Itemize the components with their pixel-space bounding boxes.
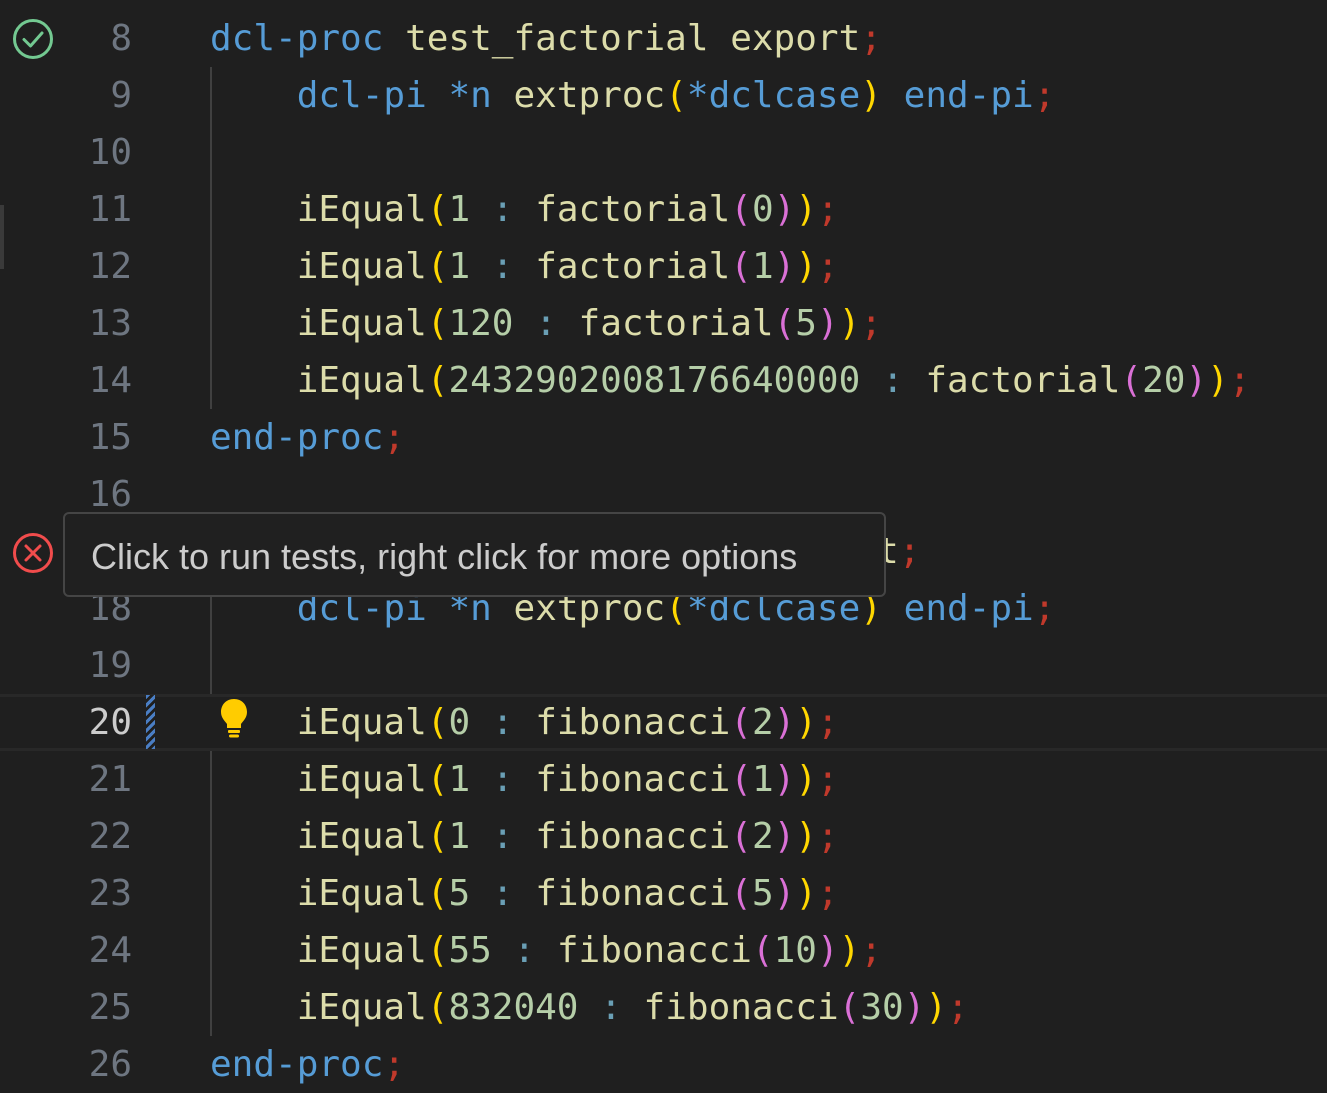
line-number: 9 — [110, 75, 132, 116]
line-number: 11 — [88, 189, 132, 230]
code-text[interactable]: end-proc; — [210, 409, 405, 466]
line-number: 12 — [88, 246, 132, 287]
code-line[interactable]: 21 iEqual(1 : fibonacci(1)); — [0, 751, 1327, 808]
line-number: 24 — [88, 930, 132, 971]
line-number: 15 — [88, 417, 132, 458]
code-text[interactable]: iEqual(1 : fibonacci(1)); — [210, 751, 839, 808]
line-number: 23 — [88, 873, 132, 914]
code-text[interactable]: iEqual(1 : factorial(1)); — [210, 238, 839, 295]
code-line[interactable]: 9 dcl-pi *n extproc(*dclcase) end-pi; — [0, 67, 1327, 124]
line-number: 13 — [88, 303, 132, 344]
code-line[interactable]: 11 iEqual(1 : factorial(0)); — [0, 181, 1327, 238]
code-line[interactable]: 10 — [0, 124, 1327, 181]
line-number: 20 — [88, 702, 132, 743]
code-line[interactable]: 8 dcl-proc test_factorial export; — [0, 10, 1327, 67]
code-line[interactable]: 15 end-proc; — [0, 409, 1327, 466]
lightbulb-icon[interactable] — [218, 697, 250, 739]
code-line-current[interactable]: 20 iEqual(0 : fibonacci(2)); — [0, 694, 1327, 751]
code-text[interactable]: iEqual(120 : factorial(5)); — [210, 295, 882, 352]
line-number: 21 — [88, 759, 132, 800]
code-line[interactable]: 25 iEqual(832040 : fibonacci(30)); — [0, 979, 1327, 1036]
line-number: 25 — [88, 987, 132, 1028]
code-line[interactable]: 24 iEqual(55 : fibonacci(10)); — [0, 922, 1327, 979]
code-line[interactable]: 22 iEqual(1 : fibonacci(2)); — [0, 808, 1327, 865]
check-circle-icon[interactable] — [12, 18, 54, 60]
tooltip-text: Click to run tests, right click for more… — [91, 536, 798, 577]
code-text[interactable]: iEqual(5 : fibonacci(5)); — [210, 865, 839, 922]
code-text[interactable]: iEqual(1 : fibonacci(2)); — [210, 808, 839, 865]
code-line[interactable]: 13 iEqual(120 : factorial(5)); — [0, 295, 1327, 352]
code-text[interactable]: dcl-pi *n extproc(*dclcase) end-pi; — [210, 67, 1056, 124]
line-number: 22 — [88, 816, 132, 857]
code-line[interactable]: 19 — [0, 637, 1327, 694]
code-line[interactable]: 23 iEqual(5 : fibonacci(5)); — [0, 865, 1327, 922]
line-number: 8 — [110, 18, 132, 59]
code-line[interactable]: 12 iEqual(1 : factorial(1)); — [0, 238, 1327, 295]
code-text[interactable]: dcl-proc test_factorial export; — [210, 10, 882, 67]
code-line[interactable]: 14 iEqual(2432902008176640000 : factoria… — [0, 352, 1327, 409]
code-text[interactable]: iEqual(1 : factorial(0)); — [210, 181, 839, 238]
line-number: 14 — [88, 360, 132, 401]
code-text[interactable]: end-proc; — [210, 1036, 405, 1093]
error-circle-icon[interactable] — [12, 532, 54, 574]
line-number: 10 — [88, 132, 132, 173]
line-number: 26 — [88, 1044, 132, 1085]
code-text[interactable]: iEqual(832040 : fibonacci(30)); — [210, 979, 969, 1036]
code-line[interactable]: 26 end-proc; — [0, 1036, 1327, 1093]
line-number: 19 — [88, 645, 132, 686]
code-editor[interactable]: 8 dcl-proc test_factorial export; 9 dcl-… — [0, 0, 1327, 1092]
modified-line-indicator[interactable] — [146, 695, 155, 749]
code-text[interactable]: iEqual(2432902008176640000 : factorial(2… — [210, 352, 1251, 409]
tooltip: Click to run tests, right click for more… — [63, 512, 886, 597]
code-text[interactable]: iEqual(55 : fibonacci(10)); — [210, 922, 882, 979]
code-text[interactable]: iEqual(0 : fibonacci(2)); — [210, 694, 839, 751]
